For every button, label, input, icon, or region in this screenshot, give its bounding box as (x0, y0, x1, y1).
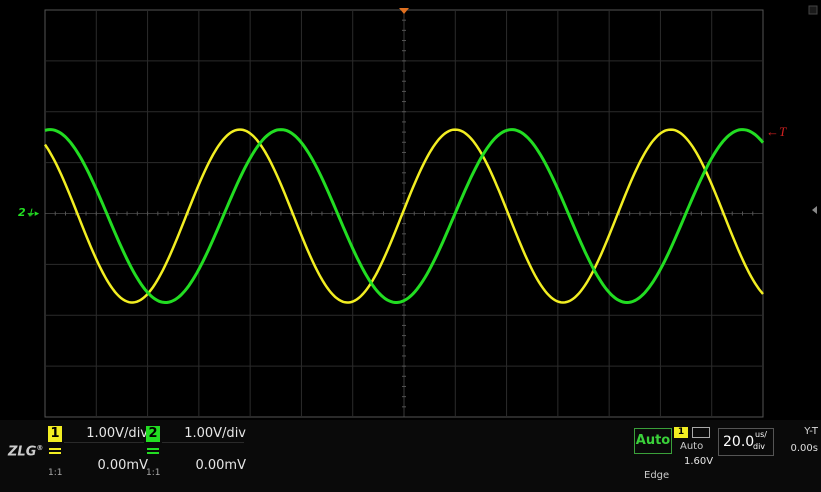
trigger-level-marker[interactable]: ←T (766, 124, 786, 140)
waveform-area (43, 5, 818, 418)
right-arrow-icon[interactable] (812, 206, 817, 214)
display-mode: Y-T (804, 426, 818, 437)
channel-2-badge[interactable]: 2 (146, 426, 160, 442)
trigger-level[interactable]: 1.60V (684, 456, 713, 467)
dc-coupling-icon (48, 446, 62, 458)
logo: ZLG® (8, 444, 44, 460)
corner-icon (808, 5, 818, 15)
dc-coupling-icon (146, 446, 160, 458)
ch2-ground-label: 2 (18, 206, 26, 219)
trigger-mode-button[interactable]: Auto (634, 428, 672, 454)
left-arrow-icon: ← (766, 124, 779, 139)
timebase-unit-div: div (753, 442, 766, 451)
trigger-type[interactable]: Edge (644, 470, 669, 481)
channel-2-scale[interactable]: 1.00V/div (166, 426, 246, 441)
timebase-button[interactable]: 20.0 us/ div (718, 428, 774, 456)
divider (64, 442, 144, 443)
channel-1-badge[interactable]: 1 (48, 426, 62, 442)
channel-1-probe: 1:1 (48, 468, 63, 478)
logo-text: ZLG (8, 444, 37, 460)
status-bar: ZLG® 1 1:1 1.00V/div 0.00mV 2 1:1 1.00V/… (0, 420, 821, 492)
channel-2-panel[interactable]: 2 1:1 1.00V/div 0.00mV (146, 426, 246, 484)
ch2-ground-marker[interactable]: 2⏚▸ (18, 206, 39, 219)
divider (162, 442, 244, 443)
channel-1-panel[interactable]: 1 1:1 1.00V/div 0.00mV (48, 426, 148, 484)
channel-2-offset[interactable]: 0.00mV (166, 458, 246, 473)
channel-1-scale[interactable]: 1.00V/div (68, 426, 148, 441)
timebase-unit: us/ (755, 430, 767, 439)
channel-2-probe: 1:1 (146, 468, 161, 478)
trigger-coupling-icon (692, 427, 710, 438)
display-mode-panel[interactable]: Y-T 0.00s (780, 426, 818, 470)
scope-display: ←T 2⏚▸ (0, 0, 821, 420)
horizontal-offset[interactable]: 0.00s (780, 443, 818, 454)
timebase-value: 20.0 (723, 434, 755, 450)
trigger-level-label: T (779, 124, 787, 139)
trigger-sweep[interactable]: Auto (680, 441, 703, 452)
channel-1-offset[interactable]: 0.00mV (68, 458, 148, 473)
trigger-source-badge[interactable]: 1 (674, 427, 688, 438)
